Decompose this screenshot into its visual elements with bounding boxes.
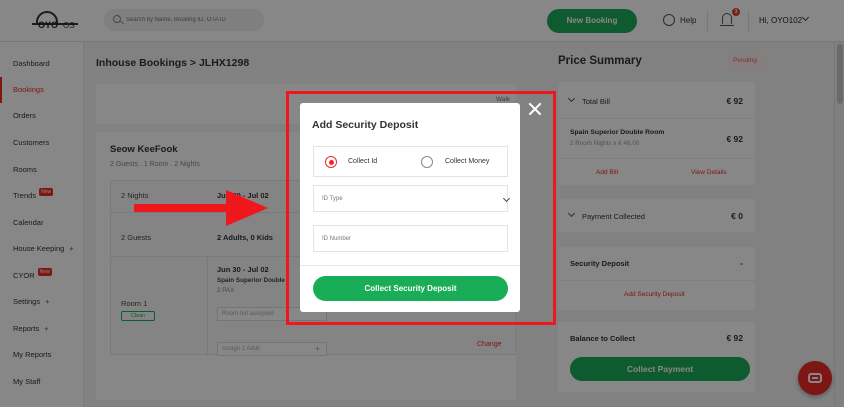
annotation-arrow-head — [226, 190, 268, 226]
annotation-highlight-box — [286, 91, 556, 325]
annotation-arrow-icon — [134, 204, 232, 212]
